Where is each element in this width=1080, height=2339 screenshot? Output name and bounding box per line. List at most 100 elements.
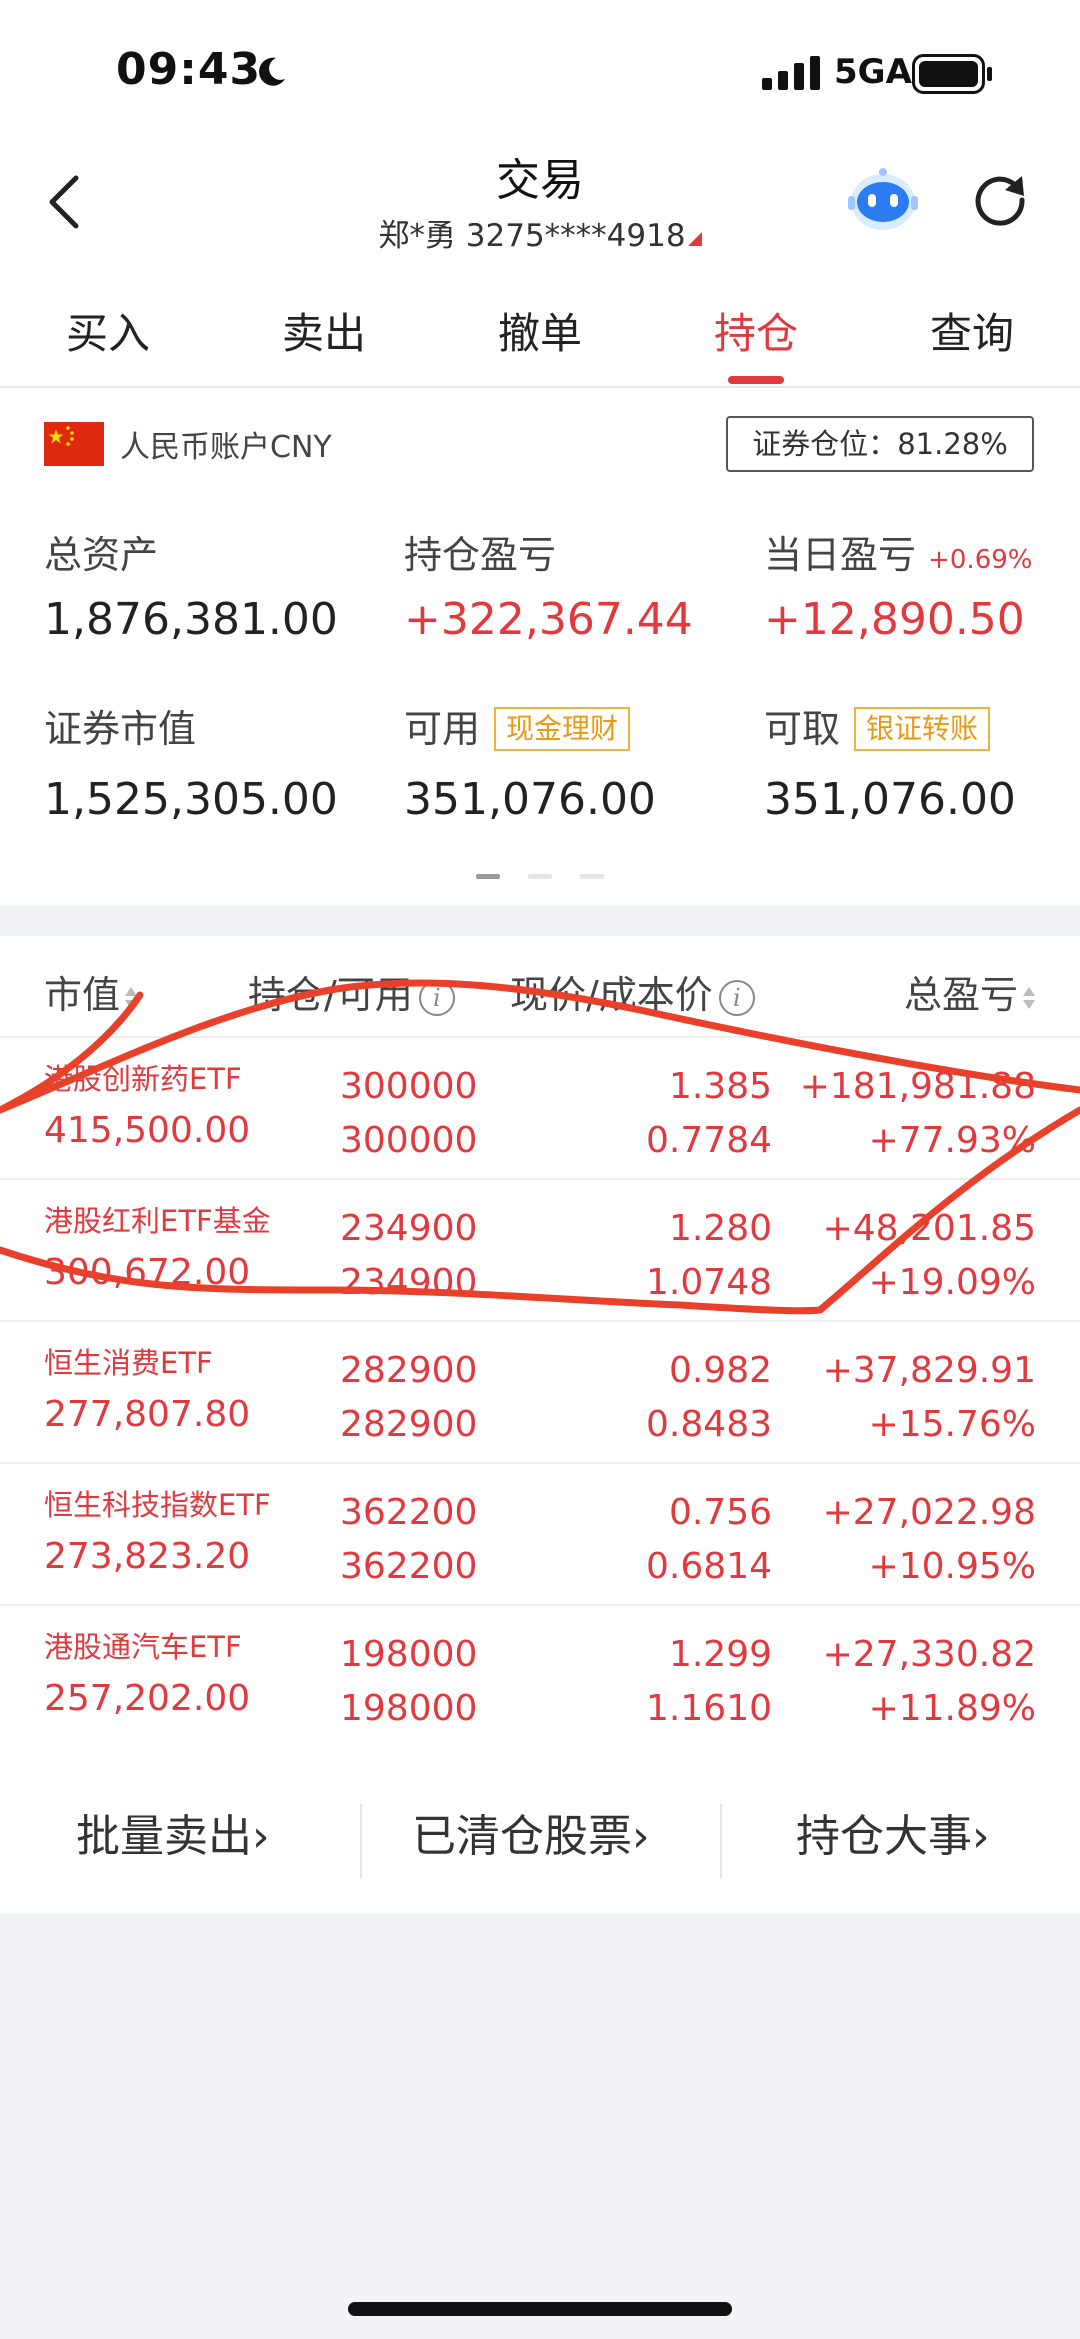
total-pl-percent: +11.89% (868, 1688, 1036, 1729)
table-row[interactable]: 恒生科技指数ETF 273,823.20 362200 362200 0.756… (0, 1464, 1080, 1606)
table-row[interactable]: 港股通汽车ETF 257,202.00 198000 198000 1.299 … (0, 1606, 1080, 1748)
position-qty: 234900 (340, 1208, 478, 1249)
total-assets-value: 1,876,381.00 (44, 594, 338, 645)
cash-management-button[interactable]: 现金理财 (494, 707, 631, 751)
security-name: 港股通汽车ETF (44, 1630, 242, 1664)
total-pl-percent: +10.95% (868, 1546, 1036, 1587)
status-bar: 09:43 5GA (0, 0, 1080, 140)
chevron-right-icon: › (632, 1811, 650, 1862)
available-value: 351,076.00 (404, 774, 656, 825)
network-type: 5GA (834, 52, 912, 92)
page-dot-active (476, 874, 500, 879)
tab-holdings[interactable]: 持仓 (714, 300, 798, 361)
position-qty: 198000 (340, 1634, 478, 1675)
battery-icon (912, 54, 992, 94)
total-pl: +181,981.88 (799, 1066, 1036, 1107)
tab-cancel-order[interactable]: 撤单 (498, 300, 582, 361)
holdings-footer-links: 批量卖出› 已清仓股票› 持仓大事› (0, 1744, 1080, 1914)
total-pl-header-text: 总盈亏 (903, 973, 1018, 1017)
securities-value: 1,525,305.00 (44, 774, 338, 825)
tab-sell[interactable]: 卖出 (282, 300, 366, 361)
securities-value-label: 证券市值 (44, 707, 197, 751)
security-name: 恒生消费ETF (44, 1346, 213, 1380)
total-pl-percent: +19.09% (868, 1262, 1036, 1303)
market-value: 273,823.20 (44, 1536, 251, 1577)
sort-icon (125, 986, 138, 1009)
cost-price: 1.0748 (646, 1262, 772, 1303)
tab-query[interactable]: 查询 (930, 300, 1014, 361)
available-label: 可用 现金理财 (404, 698, 631, 753)
home-indicator (348, 2302, 732, 2316)
divider (360, 1804, 362, 1878)
withdrawable-label: 可取 银证转账 (764, 698, 991, 753)
position-pl-value: +322,367.44 (404, 594, 693, 645)
daily-pl-value: +12,890.50 (764, 594, 1025, 645)
sort-icon (1023, 986, 1035, 1009)
table-row[interactable]: 港股创新药ETF 415,500.00 300000 300000 1.385 … (0, 1038, 1080, 1180)
cleared-stocks-link[interactable]: 已清仓股票› (412, 1800, 650, 1864)
trade-tabs: 买入 卖出 撤单 持仓 查询 (0, 262, 1080, 388)
chevron-right-icon: › (972, 1811, 990, 1862)
trading-screen: 09:43 5GA 交易 郑*勇 3275****4918 买入 卖出 撤单 持… (0, 0, 1080, 2339)
position-pl-label: 持仓盈亏 (404, 533, 557, 577)
available-qty: 282900 (340, 1404, 478, 1445)
divider (720, 1804, 722, 1878)
cost-price: 0.6814 (646, 1546, 772, 1587)
position-header-text: 持仓/可用 (248, 973, 413, 1017)
position-qty: 282900 (340, 1350, 478, 1391)
daily-pl-percent: +0.69% (928, 545, 1033, 575)
available-qty: 234900 (340, 1262, 478, 1303)
current-price: 1.385 (668, 1066, 772, 1107)
position-qty: 362200 (340, 1492, 478, 1533)
account-summary-card: 人民币账户CNY 证券仓位：81.28% 总资产 1,876,381.00 持仓… (0, 388, 1080, 906)
market-value: 300,672.00 (44, 1252, 251, 1293)
market-value: 277,807.80 (44, 1394, 251, 1435)
daily-pl-label: 当日盈亏 +0.69% (764, 524, 1033, 579)
batch-sell-link[interactable]: 批量卖出› (76, 1800, 270, 1864)
market-value-header-text: 市值 (44, 973, 121, 1017)
cost-price: 0.7784 (646, 1120, 772, 1161)
table-row[interactable]: 恒生消费ETF 277,807.80 282900 282900 0.982 0… (0, 1322, 1080, 1464)
total-pl-header[interactable]: 总盈亏 (904, 964, 1036, 1019)
cellular-signal-icon (762, 56, 820, 90)
market-value: 415,500.00 (44, 1110, 251, 1151)
position-header: 持仓/可用 i (248, 964, 455, 1019)
total-pl: +27,330.82 (822, 1634, 1036, 1675)
holding-events-label: 持仓大事 (796, 1811, 972, 1862)
holdings-table: 市值 持仓/可用 i 现价/成本价 i 总盈亏 港股创新药ETF 415,500.0… (0, 936, 1080, 1748)
info-icon[interactable]: i (718, 980, 755, 1016)
current-price: 1.280 (668, 1208, 772, 1249)
security-name: 恒生科技指数ETF (44, 1488, 271, 1522)
security-name: 港股红利ETF基金 (44, 1204, 271, 1238)
tab-buy[interactable]: 买入 (66, 300, 150, 361)
moon-icon (259, 57, 285, 86)
refresh-icon[interactable] (970, 168, 1030, 228)
active-tab-indicator (728, 376, 784, 384)
page-dot (528, 874, 552, 879)
robot-assistant-icon[interactable] (846, 164, 920, 234)
info-icon[interactable]: i (418, 980, 455, 1016)
position-qty: 300000 (340, 1066, 478, 1107)
bank-transfer-button[interactable]: 银证转账 (854, 707, 991, 751)
total-assets-label: 总资产 (44, 533, 159, 577)
market-value-header[interactable]: 市值 (44, 964, 138, 1019)
cost-price: 0.8483 (646, 1404, 772, 1445)
current-price: 1.299 (668, 1634, 772, 1675)
price-header: 现价/成本价 i (510, 964, 755, 1019)
china-flag-icon (44, 422, 104, 466)
withdrawable-label-text: 可取 (764, 707, 841, 751)
total-pl: +48,201.85 (822, 1208, 1036, 1249)
account-currency: 人民币账户CNY (120, 430, 332, 465)
batch-sell-label: 批量卖出 (76, 1811, 252, 1862)
chevron-right-icon: › (252, 1811, 270, 1862)
status-time: 09:43 (116, 44, 262, 95)
cost-price: 1.1610 (646, 1688, 772, 1729)
holding-events-link[interactable]: 持仓大事› (796, 1800, 990, 1864)
total-pl: +27,022.98 (822, 1492, 1036, 1533)
current-price: 0.756 (668, 1492, 772, 1533)
available-qty: 198000 (340, 1688, 478, 1729)
page-dot (580, 874, 604, 879)
table-row[interactable]: 港股红利ETF基金 300,672.00 234900 234900 1.280… (0, 1180, 1080, 1322)
dropdown-corner-icon (687, 232, 702, 246)
cleared-stocks-label: 已清仓股票 (412, 1811, 632, 1862)
